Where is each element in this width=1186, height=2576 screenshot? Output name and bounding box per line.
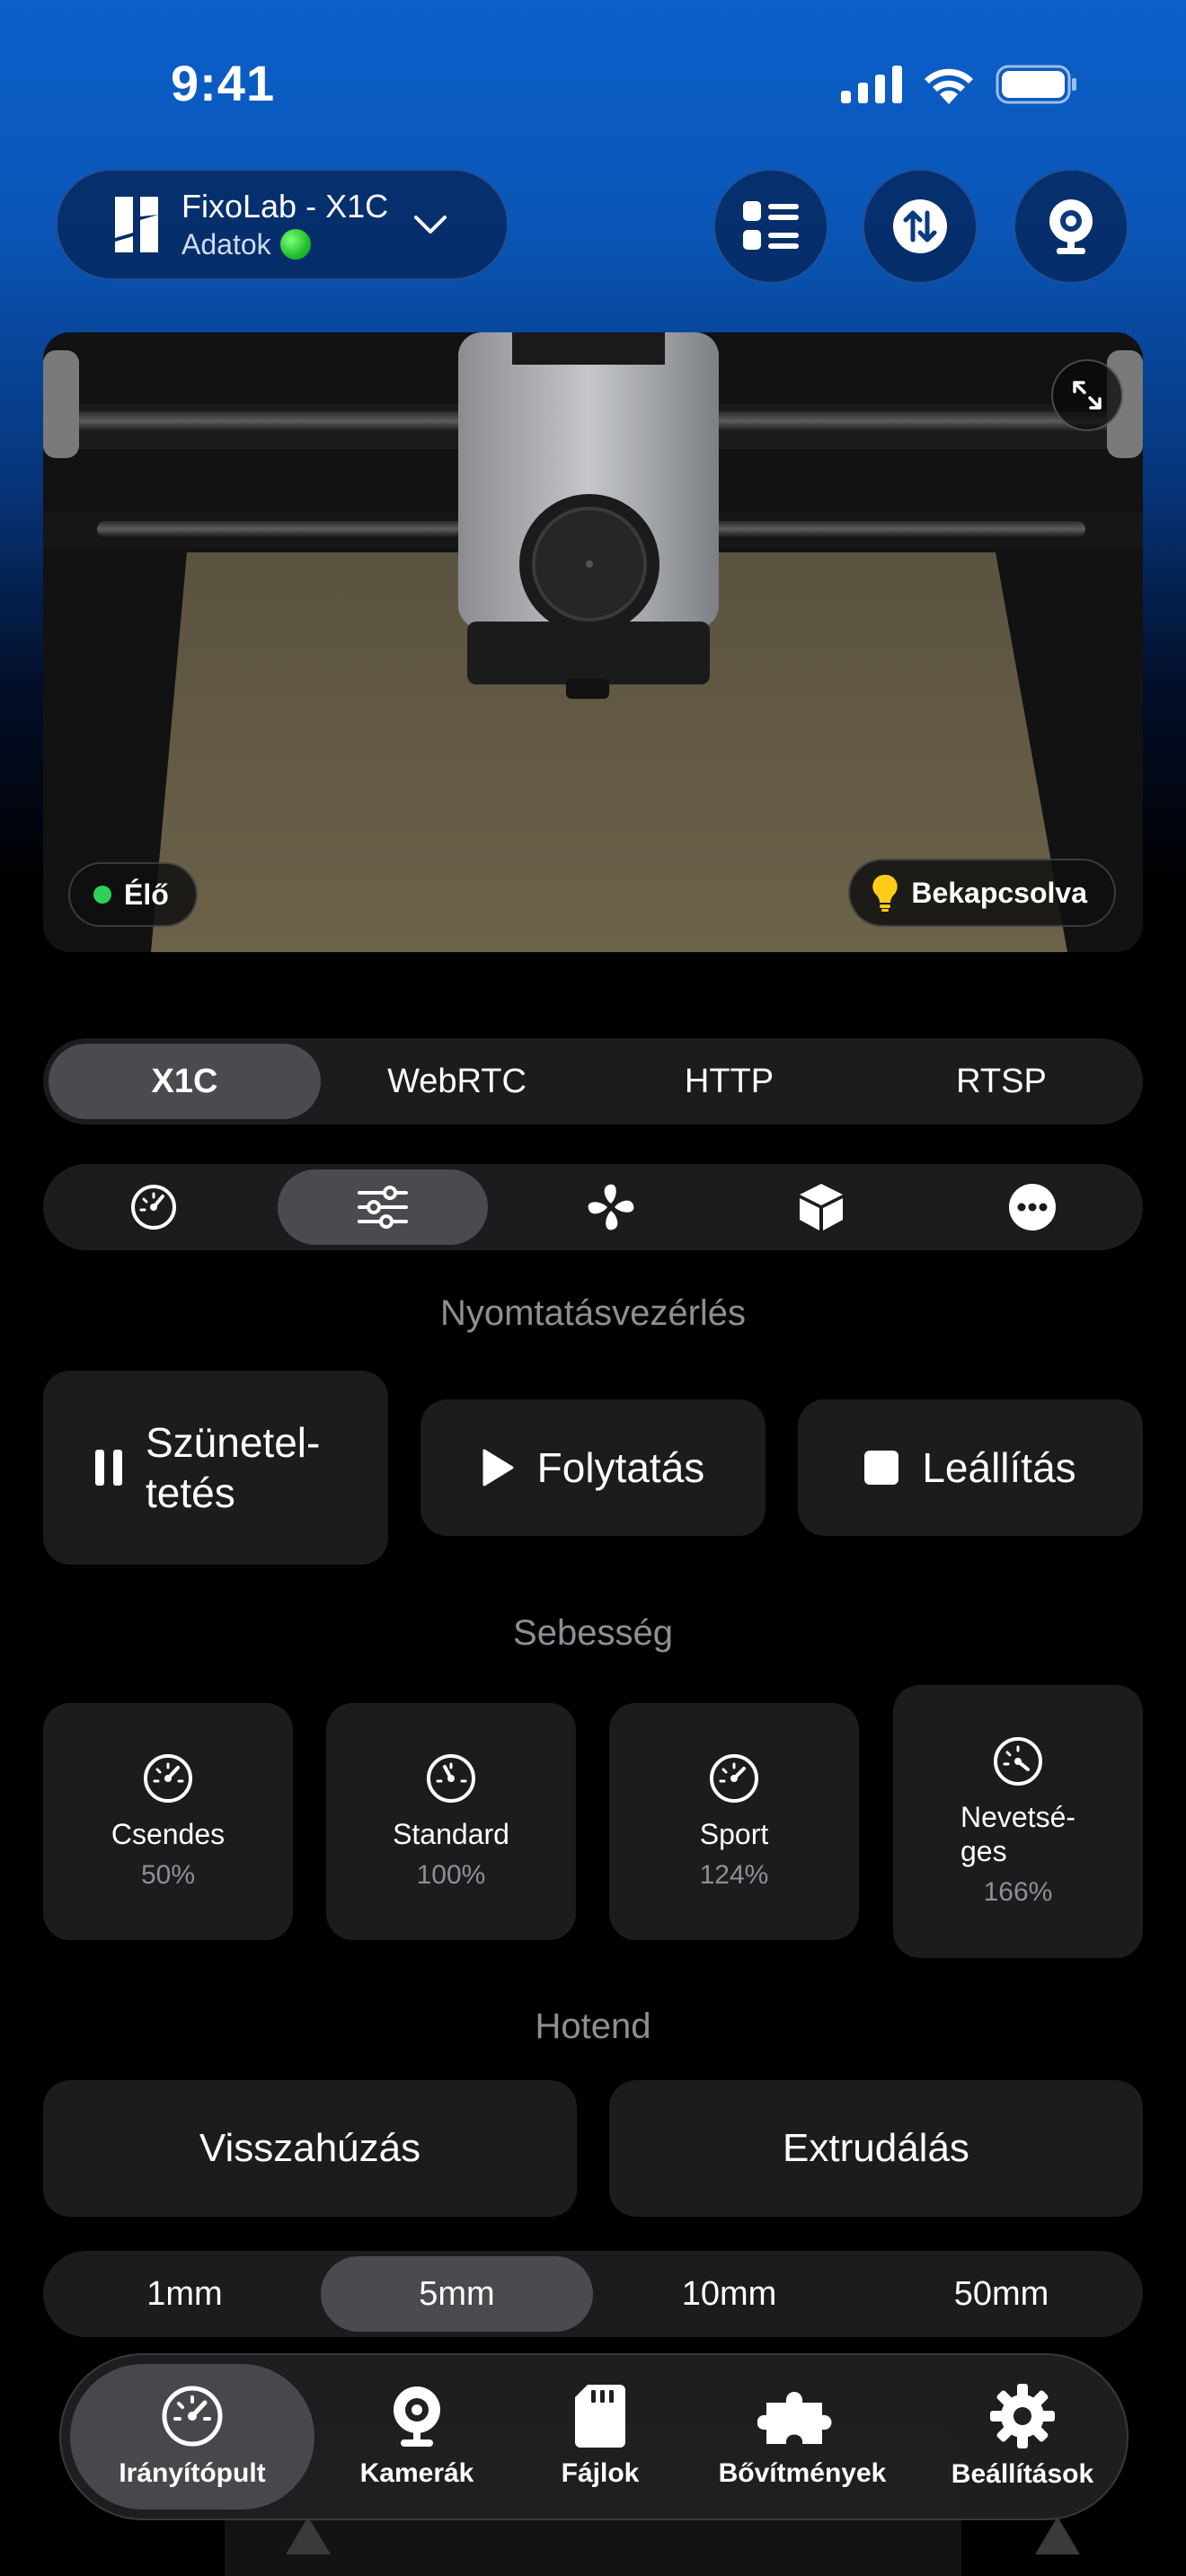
tab-rtsp[interactable]: RTSP <box>865 1044 1137 1119</box>
speedometer-icon <box>710 1754 758 1803</box>
tab-more[interactable] <box>927 1169 1138 1245</box>
more-icon <box>1008 1184 1056 1231</box>
category-tabs <box>43 1164 1143 1250</box>
triangle-left-icon <box>286 2517 331 2554</box>
tab-label: Fájlok <box>561 2458 640 2488</box>
stop-label: Leállítás <box>922 1444 1076 1491</box>
speed-mode-silent[interactable]: Csendes 50% <box>43 1703 293 1940</box>
wifi-icon <box>925 68 973 104</box>
lightbulb-icon <box>872 874 898 912</box>
tab-x1c[interactable]: X1C <box>49 1044 321 1119</box>
sliders-icon <box>357 1186 408 1229</box>
status-icons <box>841 65 1078 104</box>
triangle-right-icon <box>1035 2517 1080 2554</box>
speed-mode-value: 124% <box>699 1860 769 1890</box>
bambu-logo-icon <box>115 197 158 252</box>
distance-50mm[interactable]: 50mm <box>865 2256 1137 2332</box>
distance-5mm[interactable]: 5mm <box>321 2256 593 2332</box>
tab-label: Beállítások <box>951 2459 1094 2489</box>
speed-mode-label-line1: Nevetsé- <box>960 1801 1076 1833</box>
fullscreen-button[interactable] <box>1051 359 1123 431</box>
puzzle-piece-icon <box>757 2392 832 2444</box>
printer-selector[interactable]: FixoLab - X1C Adatok <box>56 169 509 280</box>
speed-mode-standard[interactable]: Standard 100% <box>326 1703 576 1940</box>
retract-button[interactable]: Visszahúzás <box>43 2080 577 2217</box>
speed-title: Sebesség <box>513 1613 673 1653</box>
chamber-light-toggle[interactable]: Bekapcsolva <box>848 859 1116 927</box>
speed-mode-label: Csendes <box>111 1818 226 1850</box>
tab-cameras[interactable]: Kamerák <box>327 2364 507 2510</box>
tab-files[interactable]: Fájlok <box>510 2364 690 2510</box>
play-icon <box>482 1449 514 1486</box>
tab-controls[interactable] <box>277 1169 488 1245</box>
tab-dashboard[interactable]: Irányítópult <box>70 2364 314 2510</box>
chevron-down-icon <box>414 216 447 234</box>
webcam-button[interactable] <box>1013 169 1128 284</box>
speed-mode-value: 166% <box>983 1877 1053 1907</box>
tab-http[interactable]: HTTP <box>593 1044 865 1119</box>
transfer-icon <box>893 199 947 253</box>
speedometer-icon <box>162 2386 223 2447</box>
live-dot-icon <box>93 886 111 904</box>
speed-mode-label-line2: ges <box>960 1835 1007 1867</box>
hotend-title: Hotend <box>535 2007 651 2046</box>
tab-webrtc[interactable]: WebRTC <box>321 1044 593 1119</box>
battery-icon <box>996 65 1076 104</box>
stop-icon <box>864 1451 899 1485</box>
speedometer-icon <box>427 1754 475 1803</box>
resume-label: Folytatás <box>536 1444 705 1491</box>
cellular-signal-icon <box>841 66 902 103</box>
pause-label-2: tetés <box>146 1469 235 1516</box>
camera-feed[interactable]: Élő Bekapcsolva <box>43 332 1143 952</box>
status-time: 9:41 <box>171 55 276 111</box>
online-status-dot <box>279 229 311 260</box>
pause-label-1: Szünetel- <box>146 1419 321 1466</box>
distance-1mm[interactable]: 1mm <box>49 2256 321 2332</box>
tab-label: Kamerák <box>359 2458 474 2488</box>
printer-subtitle: Adatok <box>181 228 271 260</box>
sd-card-icon <box>575 2385 625 2448</box>
tab-bar: Irányítópult Kamerák Fájlok Bővítmények <box>59 2353 1128 2520</box>
transfer-button[interactable] <box>863 169 978 284</box>
webcam-icon <box>394 2386 440 2447</box>
speed-mode-label: Nevetsé- ges <box>960 1800 1075 1868</box>
speed-mode-label: Sport <box>699 1818 769 1850</box>
gear-icon <box>990 2384 1055 2448</box>
tab-settings[interactable]: Beállítások <box>924 2364 1121 2510</box>
distance-10mm[interactable]: 10mm <box>593 2256 865 2332</box>
fan-icon <box>588 1184 634 1231</box>
speed-mode-value: 100% <box>416 1860 486 1890</box>
box-icon <box>800 1184 844 1231</box>
speed-mode-label: Standard <box>393 1818 509 1850</box>
tab-label: Irányítópult <box>119 2458 266 2488</box>
speedometer-icon <box>131 1185 177 1230</box>
tab-plugins[interactable]: Bővítmények <box>690 2364 915 2510</box>
expand-icon <box>1073 381 1102 410</box>
light-label: Bekapcsolva <box>911 876 1087 909</box>
list-button[interactable] <box>713 169 828 284</box>
tab-speed[interactable] <box>49 1169 260 1245</box>
speed-mode-sport[interactable]: Sport 124% <box>609 1703 859 1940</box>
pause-button[interactable]: Szünetel- tetés <box>43 1371 388 1565</box>
speed-mode-value: 50% <box>140 1860 196 1890</box>
pause-icon <box>95 1450 122 1486</box>
stop-button[interactable]: Leállítás <box>798 1399 1143 1536</box>
tab-fans[interactable] <box>506 1169 717 1245</box>
extrude-distance-tabs: 1mm 5mm 10mm 50mm <box>43 2251 1143 2337</box>
tab-label: Bővítmények <box>718 2458 887 2488</box>
list-icon <box>743 201 799 250</box>
speed-mode-ludicrous[interactable]: Nevetsé- ges 166% <box>893 1685 1143 1958</box>
speedometer-icon <box>994 1737 1042 1786</box>
print-control-title: Nyomtatásvezérlés <box>439 1293 747 1333</box>
extrude-button[interactable]: Extrudálás <box>609 2080 1143 2217</box>
live-indicator: Élő <box>68 862 198 927</box>
printer-name: FixoLab - X1C <box>181 188 389 225</box>
stream-source-tabs: X1C WebRTC HTTP RTSP <box>43 1038 1143 1125</box>
live-label: Élő <box>124 878 169 911</box>
tab-filament[interactable] <box>716 1169 927 1245</box>
webcam-icon <box>1049 199 1093 254</box>
speedometer-icon <box>144 1754 192 1803</box>
resume-button[interactable]: Folytatás <box>420 1399 766 1536</box>
